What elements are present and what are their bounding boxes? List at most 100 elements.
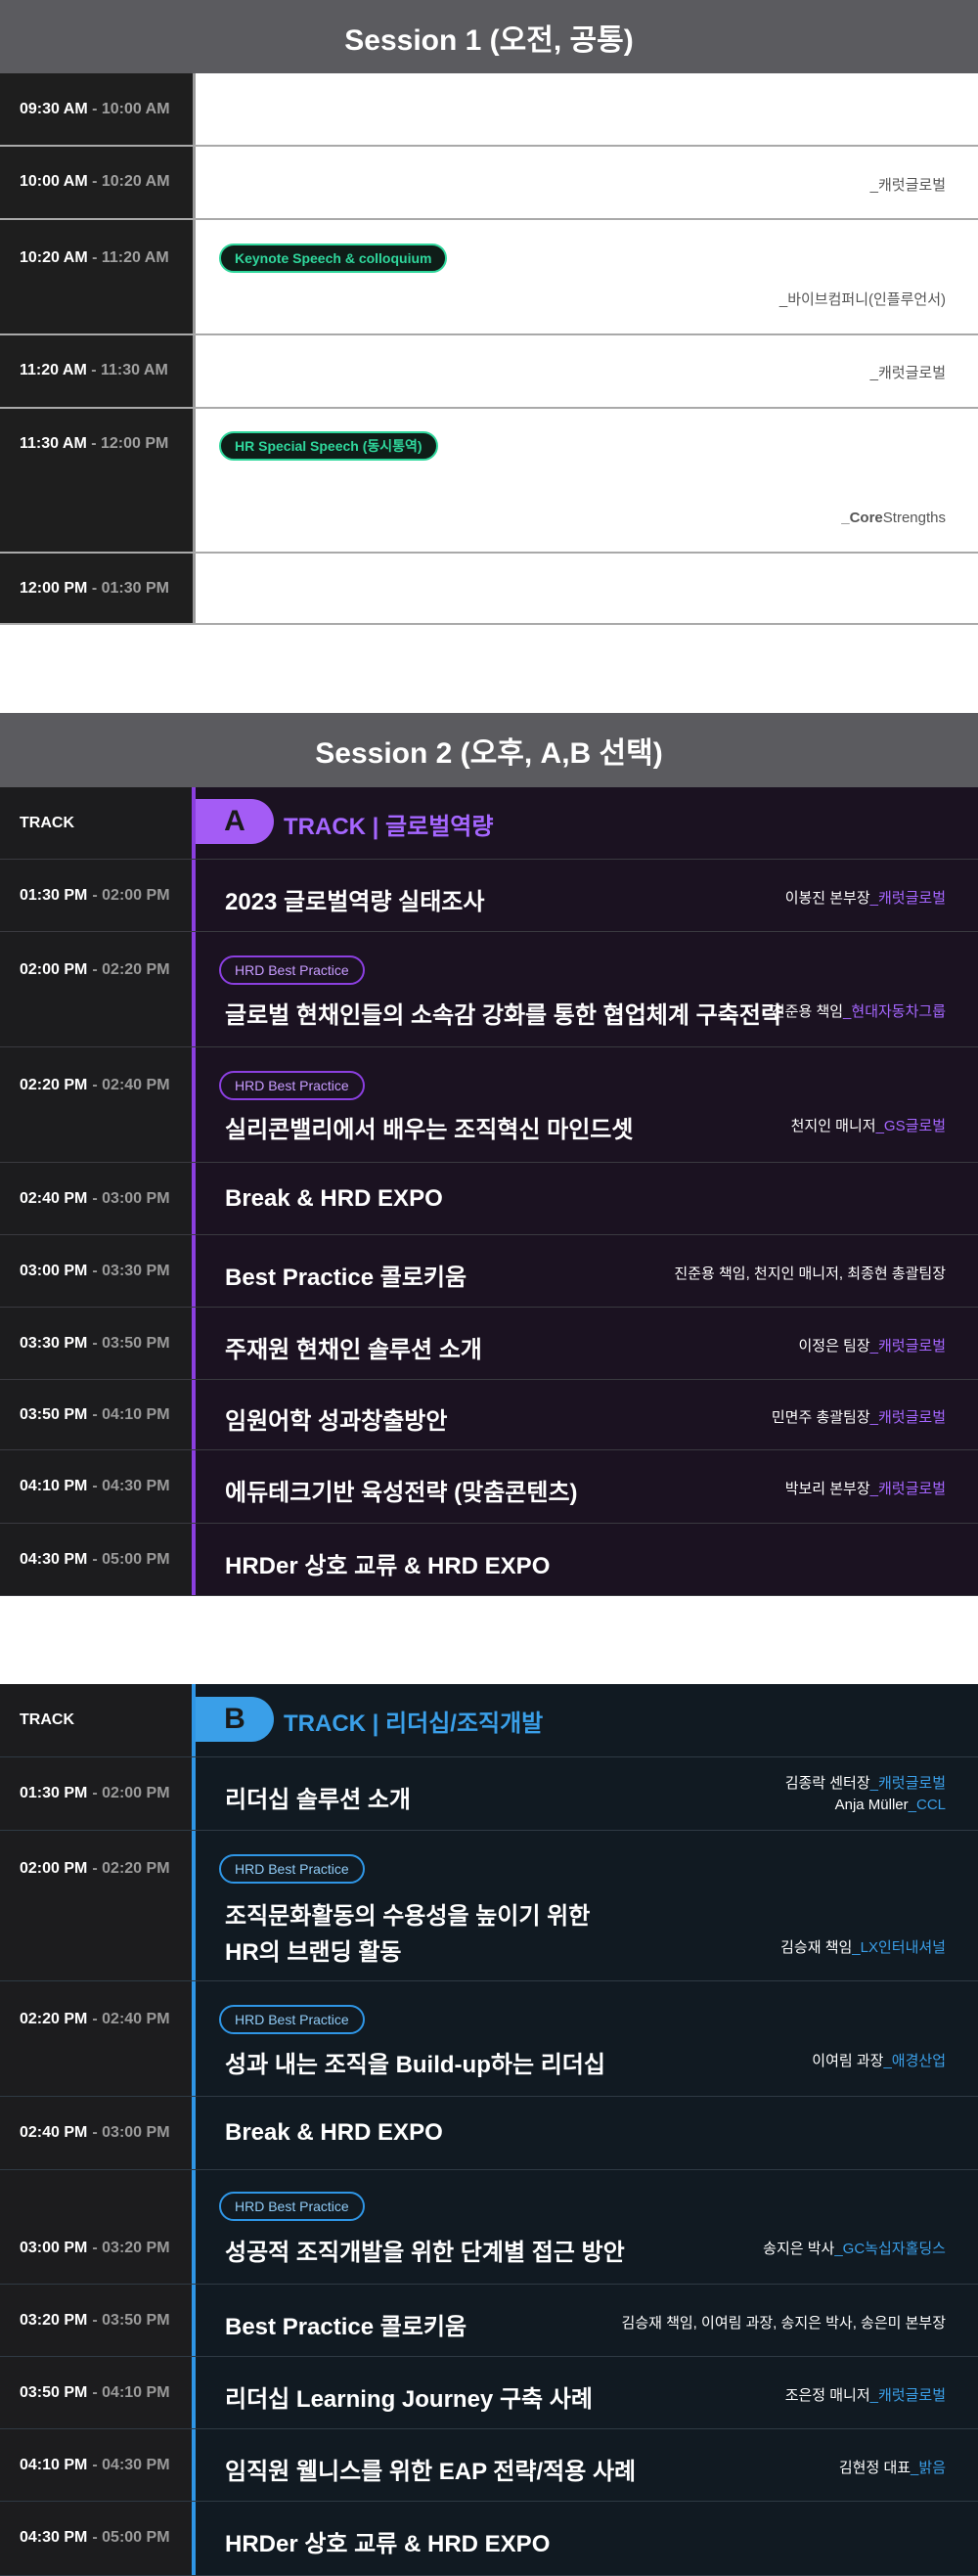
speaker-org: _캐럿글로벌 (869, 890, 946, 907)
start-time: 10:00 AM (20, 173, 88, 190)
time-cell: 03:00 PM - 03:20 PM (0, 2170, 196, 2284)
speaker-org: _캐럿글로벌 (869, 2387, 946, 2404)
session-title: 에듀테크기반 육성전략 (맞춤콘텐츠) (225, 1480, 578, 1506)
end-time: - 01:30 PM (91, 580, 169, 597)
time-cell: 12:00 PM - 01:30 PM (0, 554, 196, 623)
end-time: - 04:30 PM (92, 1478, 170, 1494)
hrd-best-practice-badge: HRD Best Practice (219, 1854, 365, 1884)
start-time: 11:30 AM (20, 435, 87, 452)
speaker-name: 김승재 책임 (780, 1939, 853, 1956)
speaker-name: 민면주 총괄팀장 (771, 1409, 870, 1426)
content-cell: Break & HRD EXPO (196, 2097, 978, 2169)
track-row: 03:20 PM - 03:50 PM Best Practice 콜로키움 김승재… (0, 2285, 978, 2357)
time-cell: 02:20 PM - 02:40 PM (0, 1047, 196, 1162)
start-time: 04:10 PM (20, 1478, 88, 1494)
start-time: 02:00 PM (20, 1860, 88, 1877)
end-time: - 05:00 PM (92, 2529, 170, 2546)
track-a-table: TRACK A TRACK | 글로벌역량 01:30 PM - 02:00 PM… (0, 787, 978, 1596)
track-row: 04:30 PM - 05:00 PM HRDer 상호 교류 & HRD EXP… (0, 2502, 978, 2576)
end-time: - 02:20 PM (92, 1860, 170, 1877)
session-title: 임직원 웰니스를 위한 EAP 전략/적용 사례 (225, 2459, 637, 2485)
speaker-name: 천지인 매니저 (790, 1118, 876, 1134)
track-row: 03:50 PM - 04:10 PM 임원어학 성과창출방안 민면주 총괄팀장_캐… (0, 1380, 978, 1450)
content-cell: HRDer 상호 교류 & HRD EXPO (196, 1524, 978, 1595)
track-row: 02:40 PM - 03:00 PM Break & HRD EXPO (0, 1163, 978, 1235)
speaker: 이여림 과장_애경산업 (812, 2050, 946, 2070)
content-cell: HRD Best Practice 글로벌 현채인들의 소속감 강화를 통한 협업… (196, 932, 978, 1046)
end-time: - 03:00 PM (92, 1190, 170, 1207)
content-cell: HRD Best Practice 성과 내는 조직을 Build-up하는 리… (196, 1981, 978, 2096)
session-title: 성공적 조직개발을 위한 단계별 접근 방안 (225, 2240, 625, 2266)
speaker: 민면주 총괄팀장_캐럿글로벌 (772, 1406, 946, 1427)
track-label-cell: TRACK (0, 1684, 196, 1756)
track-letter-pill: A (196, 799, 274, 844)
track-label-cell: TRACK (0, 787, 196, 859)
speaker: 김승재 책임, 이여림 과장, 송지은 박사, 송은미 본부장 (621, 2315, 946, 2332)
start-time: 01:30 PM (20, 1785, 88, 1801)
track-row: 04:10 PM - 04:30 PM 임직원 웰니스를 위한 EAP 전략/적용… (0, 2429, 978, 2502)
speaker-org: _캐럿글로벌 (869, 1409, 946, 1426)
speaker: _캐럿글로벌 (869, 365, 946, 381)
speaker: 조은정 매니저_캐럿글로벌 (785, 2384, 946, 2405)
end-time: - 03:50 PM (92, 2312, 170, 2329)
session-title: 리더십 솔루션 소개 (225, 1787, 411, 1813)
speaker-name: 이정은 팀장 (798, 1338, 870, 1355)
speaker-org-bold: _Core (841, 510, 883, 526)
session1-row: 12:00 PM - 01:30 PM (0, 554, 978, 625)
content-cell: _캐럿글로벌 (196, 147, 978, 218)
track-header-cell: B TRACK | 리더십/조직개발 (196, 1684, 978, 1756)
session1-row: 11:30 AM - 12:00 PM HR Special Speech (동… (0, 409, 978, 554)
track-header-row: TRACK B TRACK | 리더십/조직개발 (0, 1684, 978, 1757)
speaker-name: 조은정 매니저 (784, 2387, 870, 2404)
track-title: TRACK | 글로벌역량 (284, 814, 494, 840)
session-title: 실리콘밸리에서 배우는 조직혁신 마인드셋 (225, 1117, 634, 1143)
start-time: 03:30 PM (20, 1335, 88, 1352)
session-title: HRDer 상호 교류 & HRD EXPO (225, 2531, 551, 2557)
end-time: - 02:00 PM (92, 887, 170, 904)
time-cell: 01:30 PM - 02:00 PM (0, 860, 196, 931)
speaker: 김종락 센터장_캐럿글로벌 Anja Müller_CCL (785, 1773, 946, 1816)
time-cell: 09:30 AM - 10:00 AM (0, 73, 196, 145)
hrd-best-practice-badge: HRD Best Practice (219, 1071, 365, 1100)
content-cell: 리더십 솔루션 소개 김종락 센터장_캐럿글로벌 Anja Müller_CCL (196, 1757, 978, 1830)
content-cell (196, 554, 978, 623)
time-cell: 03:00 PM - 03:30 PM (0, 1235, 196, 1307)
end-time: - 02:00 PM (92, 1785, 170, 1801)
time-cell: 02:00 PM - 02:20 PM (0, 1831, 196, 1980)
track-title: TRACK | 리더십/조직개발 (284, 1710, 544, 1737)
start-time: 10:20 AM (20, 249, 88, 266)
end-time: - 03:20 PM (92, 2240, 170, 2256)
session-title-line2: HR의 브랜딩 활동 (225, 1939, 402, 1966)
speaker: 천지인 매니저_GS글로벌 (791, 1115, 946, 1135)
speaker-org: _캐럿글로벌 (869, 1481, 946, 1497)
track-label: TRACK (20, 1711, 74, 1728)
end-time: - 10:20 AM (92, 173, 170, 190)
track-letter-pill: B (196, 1697, 274, 1742)
session-title: 조직문화활동의 수용성을 높이기 위한 (225, 1903, 591, 1930)
speaker-name: 이봉진 본부장 (784, 890, 870, 907)
time-cell: 11:20 AM - 11:30 AM (0, 335, 196, 407)
hrd-best-practice-badge: HRD Best Practice (219, 2192, 365, 2221)
session2-header: Session 2 (오후, A,B 선택) (0, 713, 978, 787)
session-title: Best Practice 콜로키움 (225, 1265, 467, 1291)
content-cell: 리더십 Learning Journey 구축 사례 조은정 매니저_캐럿글로벌 (196, 2357, 978, 2428)
start-time: 04:30 PM (20, 1551, 88, 1568)
time-cell: 01:30 PM - 02:00 PM (0, 1757, 196, 1830)
start-time: 03:50 PM (20, 2384, 88, 2401)
end-time: - 02:40 PM (92, 1077, 170, 1093)
content-cell: Keynote Speech & colloquium _바이브컴퍼니(인플루언… (196, 220, 978, 333)
speaker-name: 김종락 센터장 (784, 1775, 870, 1792)
content-cell: Best Practice 콜로키움 진준용 책임, 천지인 매니저, 최종현 총… (196, 1235, 978, 1307)
track-row: 01:30 PM - 02:00 PM 리더십 솔루션 소개 김종락 센터장_캐럿… (0, 1757, 978, 1831)
track-row: 02:00 PM - 02:20 PM HRD Best Practice 조직문… (0, 1831, 978, 1981)
speaker: 이봉진 본부장_캐럿글로벌 (785, 887, 946, 908)
speaker-org: _캐럿글로벌 (869, 1775, 946, 1792)
speaker-name: Anja Müller (834, 1797, 909, 1813)
start-time: 03:50 PM (20, 1406, 88, 1423)
speaker-org-rest: Strengths (882, 510, 946, 526)
track-label: TRACK (20, 814, 74, 831)
speaker: 송지은 박사_GC녹십자홀딩스 (763, 2238, 946, 2258)
start-time: 12:00 PM (20, 580, 88, 597)
session1-title: Session 1 (오전, 공통) (344, 23, 634, 57)
